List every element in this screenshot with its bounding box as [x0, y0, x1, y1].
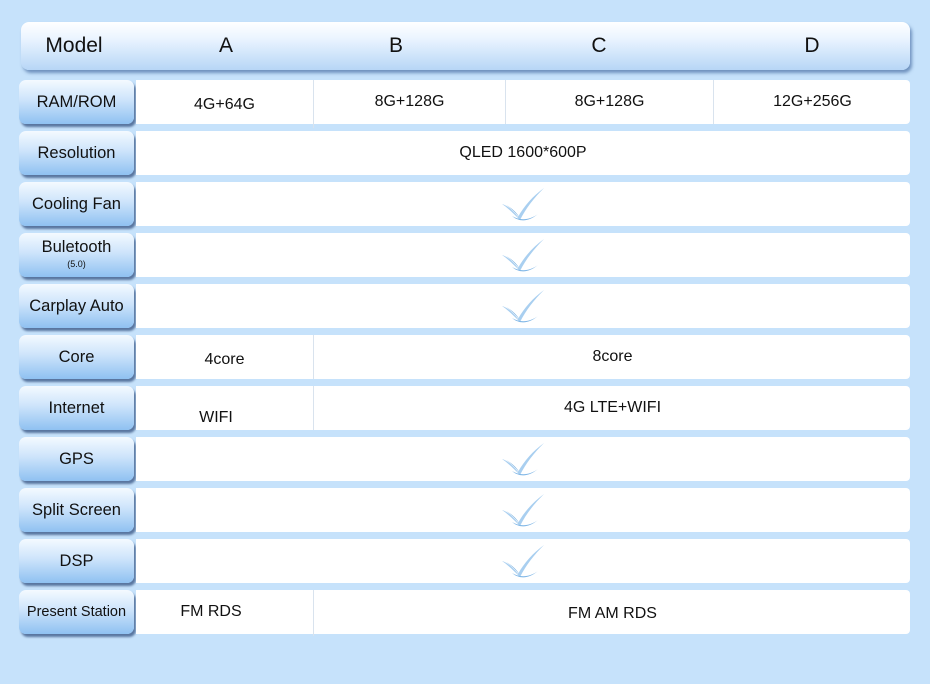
table-row-carplay: Carplay Auto — [19, 284, 910, 330]
row-values: WIFI 4G LTE+WIFI — [136, 386, 910, 430]
model-header: Model — [45, 34, 103, 57]
row-values — [136, 437, 910, 481]
row-values — [136, 233, 910, 277]
row-values: FM RDS FM AM RDS — [136, 590, 911, 636]
check-icon — [136, 284, 910, 328]
table-row-dsp: DSP — [19, 539, 910, 585]
cell-c: 8G+128G — [505, 80, 713, 124]
check-icon — [136, 233, 910, 277]
table-row-ram-rom: RAM/ROM 4G+64G 8G+128G 8G+128G 12G+256G — [19, 80, 911, 128]
row-values: 4G+64G 8G+128G 8G+128G 12G+256G — [136, 80, 911, 128]
row-label-present-station: Present Station — [19, 590, 134, 634]
row-label-bluetooth-text: Buletooth — [41, 237, 112, 256]
row-values — [136, 182, 910, 226]
row-label-internet: Internet — [19, 386, 134, 430]
table-row-split-screen: Split Screen — [19, 488, 910, 534]
table-row-present-station: Present Station FM RDS FM AM RDS — [19, 590, 910, 636]
row-label-dsp: DSP — [19, 539, 134, 583]
cell-a: 4core — [204, 351, 245, 368]
table-row-core: Core 4core 8core — [19, 335, 910, 381]
cell-all: QLED 1600*600P — [459, 144, 587, 161]
row-label-bluetooth: Buletooth (5.0) — [19, 233, 134, 277]
cell-a: FM RDS — [180, 603, 242, 620]
cell-bcd: FM AM RDS — [313, 590, 911, 636]
table-row-resolution: Resolution QLED 1600*600P — [19, 131, 910, 177]
row-values — [136, 284, 910, 328]
table-row-bluetooth: Buletooth (5.0) — [19, 233, 910, 279]
row-label-gps: GPS — [19, 437, 134, 481]
row-values: 4core 8core — [136, 335, 910, 379]
row-label-core: Core — [19, 335, 134, 379]
column-header-b: B — [388, 34, 403, 57]
column-header-c: C — [591, 34, 607, 57]
check-icon — [136, 437, 910, 481]
column-header-a: A — [218, 34, 233, 57]
table-row-internet: Internet WIFI 4G LTE+WIFI — [19, 386, 910, 432]
row-label-ram-rom: RAM/ROM — [19, 80, 134, 124]
table-header: Model A B C D — [21, 22, 910, 70]
row-label-bluetooth-version: (5.0) — [67, 258, 86, 269]
cell-b: 8G+128G — [313, 80, 505, 128]
row-values: QLED 1600*600P — [136, 131, 910, 175]
check-icon — [136, 539, 910, 583]
cell-d: 12G+256G — [713, 80, 911, 124]
cell-a: 4G+64G — [194, 96, 255, 113]
column-header-d: D — [804, 34, 820, 57]
table-row-gps: GPS — [19, 437, 910, 483]
row-label-resolution: Resolution — [19, 131, 134, 175]
row-values — [136, 539, 910, 583]
row-label-split-screen: Split Screen — [19, 488, 134, 532]
check-icon — [136, 488, 910, 532]
cell-bcd: 8core — [313, 335, 911, 379]
cell-a: WIFI — [199, 409, 233, 426]
row-values — [136, 488, 910, 532]
check-icon — [136, 182, 910, 226]
row-label-cooling-fan: Cooling Fan — [19, 182, 134, 226]
table-row-cooling-fan: Cooling Fan — [19, 182, 910, 228]
row-label-carplay: Carplay Auto — [19, 284, 134, 328]
cell-bcd: 4G LTE+WIFI — [313, 386, 911, 430]
